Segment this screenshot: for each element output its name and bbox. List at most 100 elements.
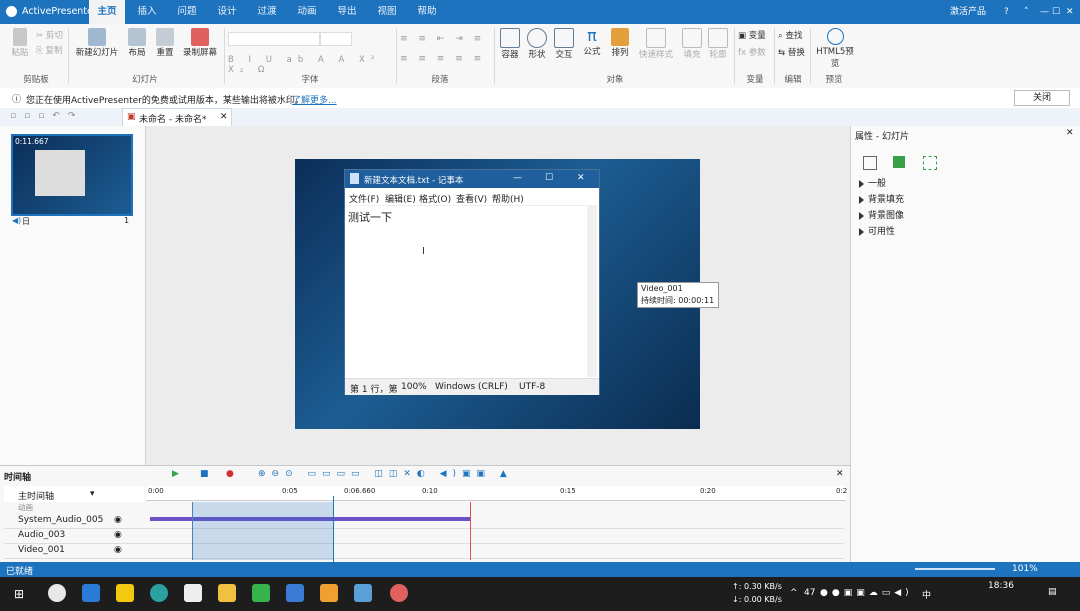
quick-style-button[interactable]: 快速样式	[636, 28, 676, 60]
edge-icon[interactable]	[150, 584, 168, 602]
checkmark-app-icon[interactable]	[82, 584, 100, 602]
new-slide-button[interactable]: 新建幻灯片	[72, 28, 122, 58]
tab-home[interactable]: 主页	[89, 0, 125, 24]
stop-button[interactable]: ■	[200, 469, 209, 479]
notepad-app-icon[interactable]	[184, 584, 202, 602]
tray-icons[interactable]: ●●▣▣☁▭◀)	[820, 588, 913, 598]
html5-preview-button[interactable]: HTML5预览	[812, 28, 858, 69]
books-app-icon[interactable]	[354, 584, 372, 602]
notepad-menu-edit[interactable]: 编辑(E)	[385, 192, 416, 205]
zoom-level[interactable]: 101%	[1012, 564, 1038, 574]
tab-help[interactable]: 帮助	[410, 0, 444, 24]
notepad-menu-format[interactable]: 格式(O)	[419, 192, 451, 205]
param-button[interactable]: fx 参数	[738, 46, 772, 58]
wechat-icon[interactable]	[252, 584, 270, 602]
notepad-menu-help[interactable]: 帮助(H)	[492, 192, 524, 205]
main-timeline-select[interactable]: 主时间轴 ▾	[4, 486, 144, 502]
close-tab-icon[interactable]: ✕	[220, 112, 228, 122]
interaction-button[interactable]: 交互	[552, 28, 576, 60]
properties-tab-slide-icon[interactable]	[893, 156, 905, 168]
fill-button[interactable]: 填充	[680, 28, 704, 60]
notepad-text-area[interactable]: 测试一下 I	[346, 205, 586, 378]
font-size-select[interactable]	[320, 32, 352, 46]
tab-export[interactable]: 导出	[330, 0, 364, 24]
paste-button[interactable]: 粘贴	[8, 28, 32, 58]
slide-thumbnail[interactable]: 0:11.667	[11, 134, 133, 216]
notepad-window[interactable]: 新建文本文档.txt - 记事本 — ☐ ✕ 文件(F) 编辑(E) 格式(O)…	[344, 169, 600, 395]
remote-app-icon[interactable]	[286, 584, 304, 602]
tab-question[interactable]: 问题	[170, 0, 204, 24]
shape-button[interactable]: 形状	[525, 28, 549, 60]
notepad-menu-view[interactable]: 查看(V)	[456, 192, 487, 205]
emoji-app-icon[interactable]	[320, 584, 338, 602]
paragraph-buttons[interactable]: ≡ ≡ ⇤ ⇥ ≡ ≡ ≡ ≡ ≡ ≡	[400, 34, 490, 64]
clock[interactable]: 18:36	[988, 581, 1014, 591]
copy-button[interactable]: ⎘ 复制	[36, 44, 66, 56]
arrange-button[interactable]: 排列	[608, 28, 632, 58]
maximize-button[interactable]: ☐	[1052, 0, 1060, 24]
font-name-select[interactable]	[228, 32, 320, 46]
section-background-image[interactable]: 背景图像	[859, 208, 904, 221]
layout-button[interactable]: 布局	[124, 28, 150, 58]
outline-button[interactable]: 轮廓	[706, 28, 730, 60]
notepad-maximize-button[interactable]: ☐	[545, 173, 553, 183]
notepad-title-bar[interactable]: 新建文本文档.txt - 记事本 — ☐ ✕	[345, 170, 599, 188]
windows-start-icon[interactable]: ⊞	[14, 587, 24, 601]
notification-icon[interactable]: ▤	[1048, 587, 1057, 597]
sticky-notes-icon[interactable]	[116, 584, 134, 602]
document-tab[interactable]: ▣ 未命名 - 未命名* ✕	[122, 108, 232, 127]
chrome-icon[interactable]	[48, 584, 66, 602]
variable-button[interactable]: ▣ 变量	[738, 29, 772, 41]
tab-transition[interactable]: 过渡	[250, 0, 284, 24]
track-row[interactable]: Video_001 ◉	[4, 543, 844, 559]
help-icon[interactable]: ?	[1004, 0, 1009, 24]
properties-close-icon[interactable]: ✕	[1066, 128, 1074, 138]
container-button[interactable]: 容器	[498, 28, 522, 60]
ime-indicator[interactable]: 中	[922, 588, 931, 601]
notepad-close-button[interactable]: ✕	[577, 173, 585, 183]
reset-button[interactable]: 重置	[152, 28, 178, 58]
notepad-minimize-button[interactable]: —	[513, 173, 522, 183]
activate-product-link[interactable]: 激活产品	[950, 0, 986, 24]
notepad-scrollbar[interactable]	[587, 205, 597, 377]
end-marker[interactable]	[470, 502, 471, 560]
pi-icon: π	[587, 26, 597, 45]
font-style-buttons[interactable]: B I U ab A A X² X₂ Ω	[228, 55, 388, 75]
section-background-fill[interactable]: 背景填充	[859, 192, 904, 205]
replace-button[interactable]: ⇆ 替换	[778, 46, 812, 58]
track-row[interactable]: Audio_003 ◉	[4, 528, 844, 544]
properties-tab-general-icon[interactable]	[863, 156, 877, 170]
tab-view[interactable]: 视图	[370, 0, 404, 24]
track-visibility-icon[interactable]: ◉	[114, 545, 122, 555]
section-availability[interactable]: 可用性	[859, 224, 895, 237]
time-ruler[interactable]: 0:00 0:05 0:06.660 0:10 0:15 0:20 0:2	[146, 486, 847, 501]
notepad-menu-file[interactable]: 文件(F)	[349, 192, 379, 205]
find-button[interactable]: ⌕ 查找	[778, 29, 812, 41]
tab-insert[interactable]: 插入	[130, 0, 164, 24]
quick-access-toolbar[interactable]: ▫▫▫↶↷	[10, 111, 83, 121]
tray-chevron-icon[interactable]: ^	[790, 588, 798, 598]
close-button[interactable]: ✕	[1066, 0, 1074, 24]
playhead[interactable]	[333, 496, 334, 562]
track-visibility-icon[interactable]: ◉	[114, 515, 122, 525]
activepresenter-taskbar-icon[interactable]	[390, 584, 408, 602]
file-explorer-icon[interactable]	[218, 584, 236, 602]
timeline-close-icon[interactable]: ✕	[836, 469, 844, 479]
track-row[interactable]: System_Audio_005 ◉	[4, 513, 844, 529]
formula-button[interactable]: π 公式	[580, 26, 604, 57]
zoom-slider[interactable]	[915, 568, 995, 570]
close-infobar-button[interactable]: 关闭	[1014, 90, 1070, 106]
tab-design[interactable]: 设计	[210, 0, 244, 24]
learn-more-link[interactable]: 了解更多...	[292, 93, 337, 106]
record-screen-button[interactable]: 录制屏幕	[180, 28, 220, 58]
tab-animation[interactable]: 动画	[290, 0, 324, 24]
record-button[interactable]: ●	[226, 469, 234, 479]
properties-tab-size-icon[interactable]	[923, 156, 937, 170]
cut-button[interactable]: ✂ 剪切	[36, 29, 66, 41]
timeline-toolbar[interactable]: ⊕⊖⊙ ▭▭▭▭ ◫◫✕◐ ◀)▣▣ ▲	[258, 469, 513, 479]
collapse-ribbon-icon[interactable]: ˄	[1024, 0, 1029, 24]
track-visibility-icon[interactable]: ◉	[114, 530, 122, 540]
play-button[interactable]: ▶	[172, 469, 179, 479]
section-general[interactable]: 一般	[859, 176, 886, 189]
minimize-button[interactable]: —	[1040, 0, 1049, 24]
